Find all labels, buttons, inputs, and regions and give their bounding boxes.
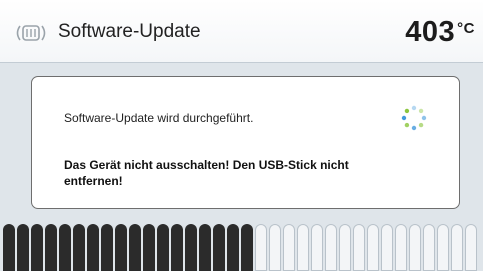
temperature-display: 403 °C bbox=[405, 16, 475, 49]
progress-segment-empty bbox=[367, 224, 379, 271]
progress-segment-filled bbox=[213, 224, 225, 271]
progress-segment-filled bbox=[59, 224, 71, 271]
header-bar: Software-Update 403 °C bbox=[0, 0, 483, 63]
progress-segment-empty bbox=[437, 224, 449, 271]
update-dialog: Software-Update wird durchgeführt. Das G… bbox=[31, 76, 460, 209]
update-message: Software-Update wird durchgeführt. bbox=[64, 111, 254, 125]
progress-segment-filled bbox=[31, 224, 43, 271]
progress-segment-filled bbox=[45, 224, 57, 271]
progress-segment-empty bbox=[311, 224, 323, 271]
loading-spinner-icon bbox=[401, 105, 427, 131]
progress-segment-empty bbox=[423, 224, 435, 271]
progress-bar bbox=[0, 224, 483, 271]
progress-segment-empty bbox=[283, 224, 295, 271]
spinner-dot bbox=[421, 115, 427, 121]
spinner-dot bbox=[411, 105, 417, 111]
progress-segment-filled bbox=[185, 224, 197, 271]
progress-segment-empty bbox=[353, 224, 365, 271]
temperature-value: 403 bbox=[405, 16, 456, 48]
progress-segment-filled bbox=[199, 224, 211, 271]
progress-segment-filled bbox=[73, 224, 85, 271]
progress-segment-filled bbox=[227, 224, 239, 271]
spinner-dot bbox=[418, 108, 424, 114]
progress-segment-empty bbox=[451, 224, 463, 271]
progress-segment-empty bbox=[381, 224, 393, 271]
progress-segment-empty bbox=[325, 224, 337, 271]
progress-segment-filled bbox=[87, 224, 99, 271]
spinner-dot bbox=[404, 122, 410, 128]
progress-segment-empty bbox=[395, 224, 407, 271]
oven-icon bbox=[14, 23, 48, 48]
progress-segment-filled bbox=[115, 224, 127, 271]
progress-segment-filled bbox=[129, 224, 141, 271]
progress-segment-filled bbox=[3, 224, 15, 271]
spinner-dot bbox=[418, 122, 424, 128]
progress-segment-empty bbox=[409, 224, 421, 271]
page-title: Software-Update bbox=[58, 21, 201, 42]
temperature-unit: °C bbox=[457, 20, 475, 37]
progress-segment-filled bbox=[101, 224, 113, 271]
progress-segment-filled bbox=[241, 224, 253, 271]
spinner-dot bbox=[401, 115, 407, 121]
progress-segment-empty bbox=[297, 224, 309, 271]
progress-segment-empty bbox=[255, 224, 267, 271]
progress-segment-filled bbox=[143, 224, 155, 271]
update-warning: Das Gerät nicht ausschalten! Den USB-Sti… bbox=[64, 158, 349, 188]
progress-segment-filled bbox=[157, 224, 169, 271]
progress-segment-empty bbox=[465, 224, 477, 271]
spinner-dot bbox=[404, 108, 410, 114]
progress-segment-filled bbox=[17, 224, 29, 271]
progress-segment-empty bbox=[339, 224, 351, 271]
spinner-dot bbox=[411, 125, 417, 131]
progress-segment-filled bbox=[171, 224, 183, 271]
progress-segment-empty bbox=[269, 224, 281, 271]
